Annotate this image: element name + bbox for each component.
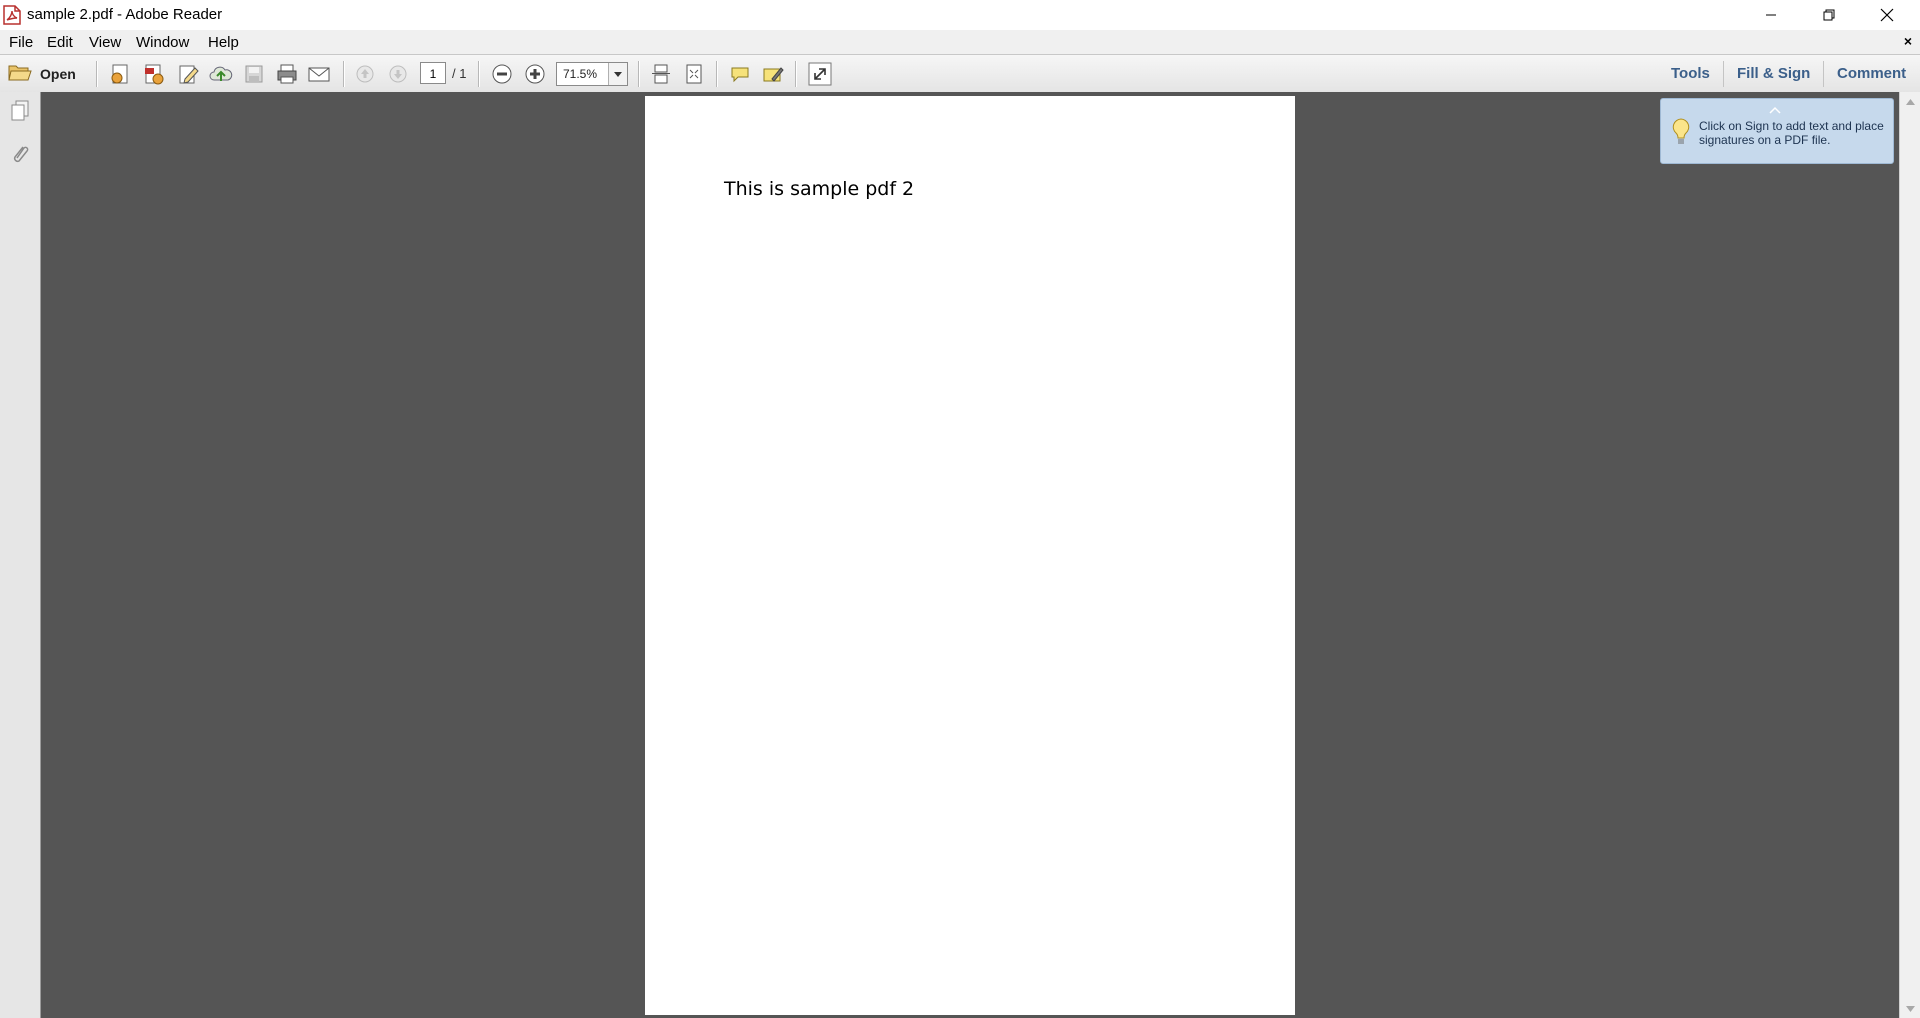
toolbar-separator [478,61,480,87]
menu-file[interactable]: File [9,34,33,51]
close-button[interactable] [1858,0,1916,30]
pdf-page[interactable]: This is sample pdf 2 [645,96,1295,1015]
comment-bubble-icon [731,67,749,83]
menu-help[interactable]: Help [208,34,239,51]
open-button[interactable]: Open [8,61,76,87]
fit-page-button[interactable] [681,61,707,87]
menu-view[interactable]: View [89,34,121,51]
restore-button[interactable] [1800,0,1858,30]
cloud-upload-icon [209,66,233,81]
export-pdf-icon [145,64,164,85]
zoom-out-icon [492,64,512,84]
chevron-up-icon[interactable] [1769,101,1781,119]
pdf-page-text: This is sample pdf 2 [724,178,915,200]
restore-icon [1823,9,1835,21]
document-area[interactable]: This is sample pdf 2 [41,92,1899,1018]
save-button[interactable] [241,61,267,87]
toolbar-separator [638,61,640,87]
create-pdf-icon [111,64,128,84]
toolbar-separator [343,61,345,87]
toolbar-separator [1723,61,1724,87]
zoom-value: 71.5% [563,67,598,81]
chevron-down-icon[interactable] [608,63,627,85]
add-sticky-note-button[interactable] [727,61,753,87]
highlight-text-button[interactable] [760,61,786,87]
create-pdf-button[interactable] [107,61,133,87]
edit-pdf-button[interactable] [175,61,201,87]
expand-icon [808,62,832,86]
menu-bar: File Edit View Window Help × [0,30,1920,54]
email-button[interactable] [306,61,332,87]
full-screen-button[interactable] [807,61,833,87]
toolbar: Open 1 / 1 71.5% Tools Fill & Sign Comme… [0,54,1920,94]
print-button[interactable] [274,61,300,87]
folder-open-icon [8,62,32,87]
minimize-icon [1766,14,1776,16]
arrow-up-icon [356,65,374,83]
attachments-button[interactable] [8,142,32,168]
zoom-select[interactable]: 71.5% [556,62,628,86]
arrow-down-icon [389,65,407,83]
window-title: sample 2.pdf - Adobe Reader [27,6,223,23]
upload-cloud-button[interactable] [208,61,234,87]
highlighter-icon [763,67,784,82]
adobe-pdf-icon [3,5,21,25]
fit-page-icon [686,64,702,84]
lightbulb-icon [1671,117,1691,152]
paperclip-icon [13,146,29,163]
scroll-up-icon[interactable] [1905,97,1916,106]
email-icon [308,67,330,82]
toolbar-separator [795,61,797,87]
page-number-input[interactable]: 1 [420,62,446,84]
menu-edit[interactable]: Edit [47,34,73,51]
minimize-button[interactable] [1742,0,1800,30]
sign-tip-callout: Click on Sign to add text and place sign… [1660,98,1894,164]
title-bar: sample 2.pdf - Adobe Reader [0,0,1920,30]
page-scroll-icon [652,64,670,84]
next-page-button[interactable] [385,61,411,87]
toolbar-separator [716,61,718,87]
page-thumbnails-button[interactable] [8,98,32,124]
zoom-in-button[interactable] [522,61,548,87]
close-icon [1880,8,1894,22]
toolbar-separator [1823,61,1824,87]
page-thumbnails-icon [11,100,29,121]
print-icon [277,64,297,84]
fill-sign-pane-link[interactable]: Fill & Sign [1737,65,1810,82]
open-label: Open [40,66,76,82]
previous-page-button[interactable] [352,61,378,87]
edit-pdf-icon [179,65,199,84]
toolbar-separator [96,61,98,87]
page-total: / 1 [452,66,467,81]
menu-window[interactable]: Window [136,34,189,51]
vertical-scrollbar[interactable] [1899,92,1920,1018]
export-pdf-button[interactable] [141,61,167,87]
comment-pane-link[interactable]: Comment [1837,65,1906,82]
zoom-in-icon [525,64,545,84]
scrolling-mode-button[interactable] [648,61,674,87]
navigation-pane [0,92,41,1018]
save-icon [245,65,263,83]
zoom-out-button[interactable] [489,61,515,87]
tools-pane-link[interactable]: Tools [1671,65,1710,82]
scroll-down-icon[interactable] [1905,1004,1916,1013]
sign-tip-text: Click on Sign to add text and place sign… [1699,119,1884,147]
close-document-button[interactable]: × [1904,33,1912,49]
